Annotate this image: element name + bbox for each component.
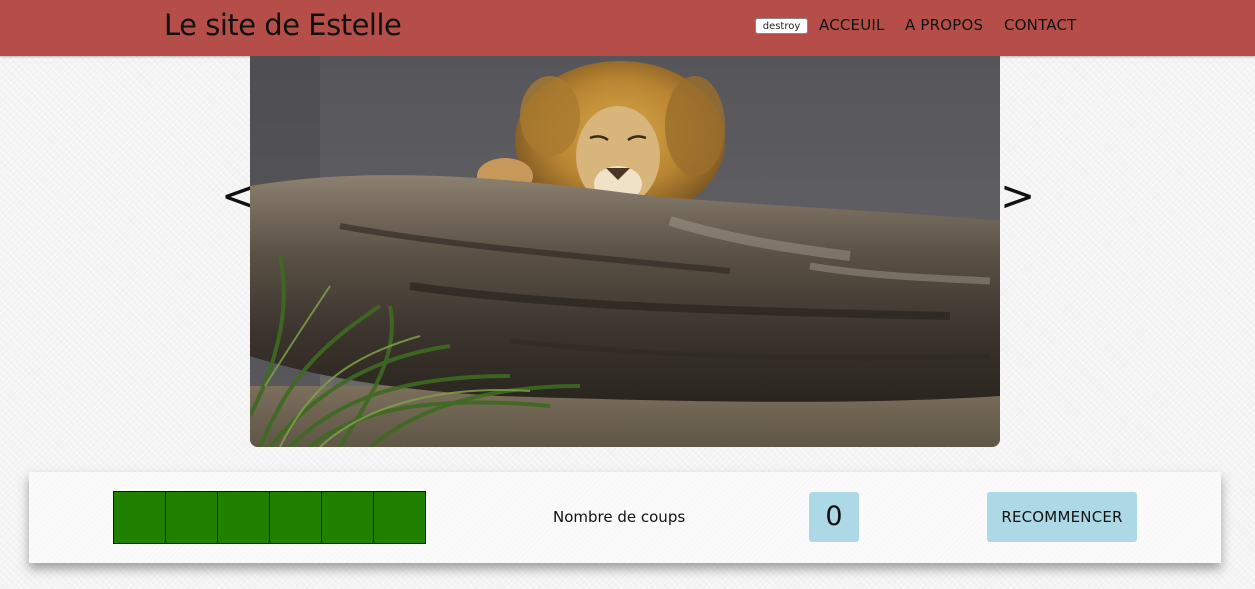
memory-card[interactable]: [373, 491, 426, 544]
memory-card[interactable]: [321, 491, 374, 544]
carousel-slide-image: [250, 56, 1000, 447]
memory-card[interactable]: [269, 491, 322, 544]
move-count-value: 0: [809, 492, 859, 542]
card-grid: [113, 491, 426, 544]
memory-game-panel: Nombre de coups 0 RECOMMENCER: [29, 472, 1221, 563]
nav-link-contact[interactable]: CONTACT: [1004, 16, 1077, 34]
move-count-label: Nombre de coups: [553, 508, 686, 526]
carousel-next-arrow[interactable]: >: [1000, 175, 1035, 217]
nav-link-apropos[interactable]: A PROPOS: [905, 16, 983, 34]
memory-card[interactable]: [113, 491, 166, 544]
memory-card[interactable]: [217, 491, 270, 544]
nav-link-accueil[interactable]: ACCEUIL: [819, 16, 885, 34]
lion-photo: [250, 56, 1000, 447]
restart-button[interactable]: RECOMMENCER: [987, 492, 1137, 542]
destroy-button[interactable]: destroy: [755, 18, 808, 34]
site-title[interactable]: Le site de Estelle: [164, 8, 402, 42]
memory-card[interactable]: [165, 491, 218, 544]
site-header: Le site de Estelle destroy ACCEUIL A PRO…: [0, 0, 1255, 56]
